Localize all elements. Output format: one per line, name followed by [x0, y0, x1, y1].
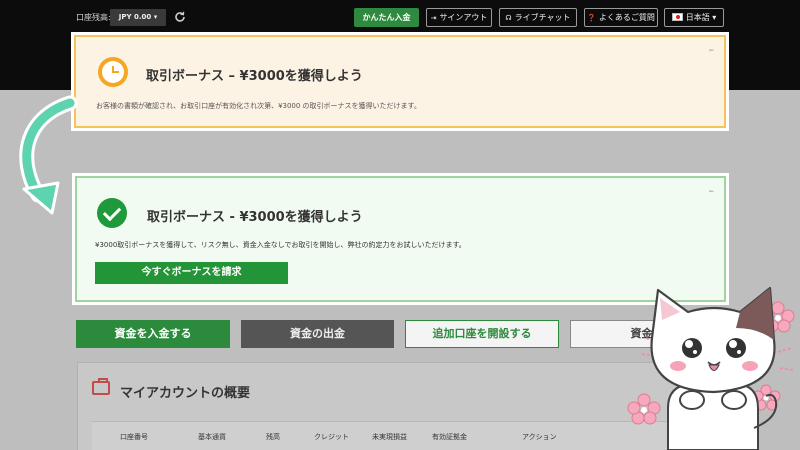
account-overview-title: マイアカウントの概要 [120, 386, 251, 401]
column-header: クレジット [314, 433, 349, 441]
cat-mascot-icon [627, 286, 795, 450]
pending-bonus-card: 取引ボーナス – ¥3000を獲得しよう お客様の書類が確認され、お取引口座が有… [74, 35, 726, 128]
open-account-button[interactable]: 追加口座を開設する [405, 320, 559, 348]
balance-label: 口座残高: [76, 13, 111, 22]
livechat-label: ライブチャット [514, 13, 571, 22]
top-bar: 口座残高: JPY 0.00 ▾ かんたん入金 ⇥ サインアウト ☊ ライブチャット… [0, 0, 800, 36]
column-header: 口座番号 [120, 433, 148, 441]
pending-bonus-title: 取引ボーナス – ¥3000を獲得しよう [146, 69, 363, 84]
signout-label: サインアウト [439, 13, 488, 22]
minimize-active-button[interactable]: – [709, 184, 715, 197]
column-header: 有効証拠金 [432, 433, 467, 441]
headset-icon: ☊ [505, 14, 512, 22]
question-icon: ❓ [587, 14, 596, 22]
refresh-icon[interactable] [173, 10, 187, 24]
faq-label: よくあるご質問 [598, 13, 655, 22]
column-header: 基本通貨 [198, 433, 226, 441]
currency-dropdown[interactable]: JPY 0.00 ▾ [110, 9, 166, 26]
pending-bonus-description: お客様の書類が確認され、お取引口座が有効化され次第、¥3000 の取引ボーナスを… [96, 102, 421, 110]
column-header: アクション [522, 433, 557, 441]
faq-button[interactable]: ❓ よくあるご質問 [584, 8, 658, 27]
signout-icon: ⇥ [430, 14, 437, 22]
withdraw-funds-button[interactable]: 資金の出金 [241, 320, 394, 348]
checkmark-icon [97, 198, 127, 228]
deposit-funds-button[interactable]: 資金を入金する [76, 320, 230, 348]
column-header: 残高 [266, 433, 280, 441]
language-label: 日本語 ▾ [685, 13, 717, 22]
quick-deposit-label: かんたん入金 [362, 13, 411, 22]
active-bonus-description: ¥3000取引ボーナスを獲得して、リスク無し、資金入金なしでお取引を開始し、弊社… [95, 241, 466, 249]
quick-deposit-button[interactable]: かんたん入金 [354, 8, 419, 27]
japan-flag-icon [671, 13, 683, 21]
column-header: 未実現損益 [372, 433, 407, 441]
curved-arrow-icon [19, 95, 78, 215]
briefcase-icon [92, 378, 110, 395]
livechat-button[interactable]: ☊ ライブチャット [499, 8, 577, 27]
minimize-pending-button[interactable]: – [709, 43, 715, 56]
signout-button[interactable]: ⇥ サインアウト [426, 8, 492, 27]
clock-icon [98, 57, 128, 87]
language-selector[interactable]: 日本語 ▾ [664, 8, 724, 27]
active-bonus-title: 取引ボーナス - ¥3000を獲得しよう [147, 210, 363, 225]
claim-bonus-button[interactable]: 今すぐボーナスを請求 [95, 262, 288, 284]
